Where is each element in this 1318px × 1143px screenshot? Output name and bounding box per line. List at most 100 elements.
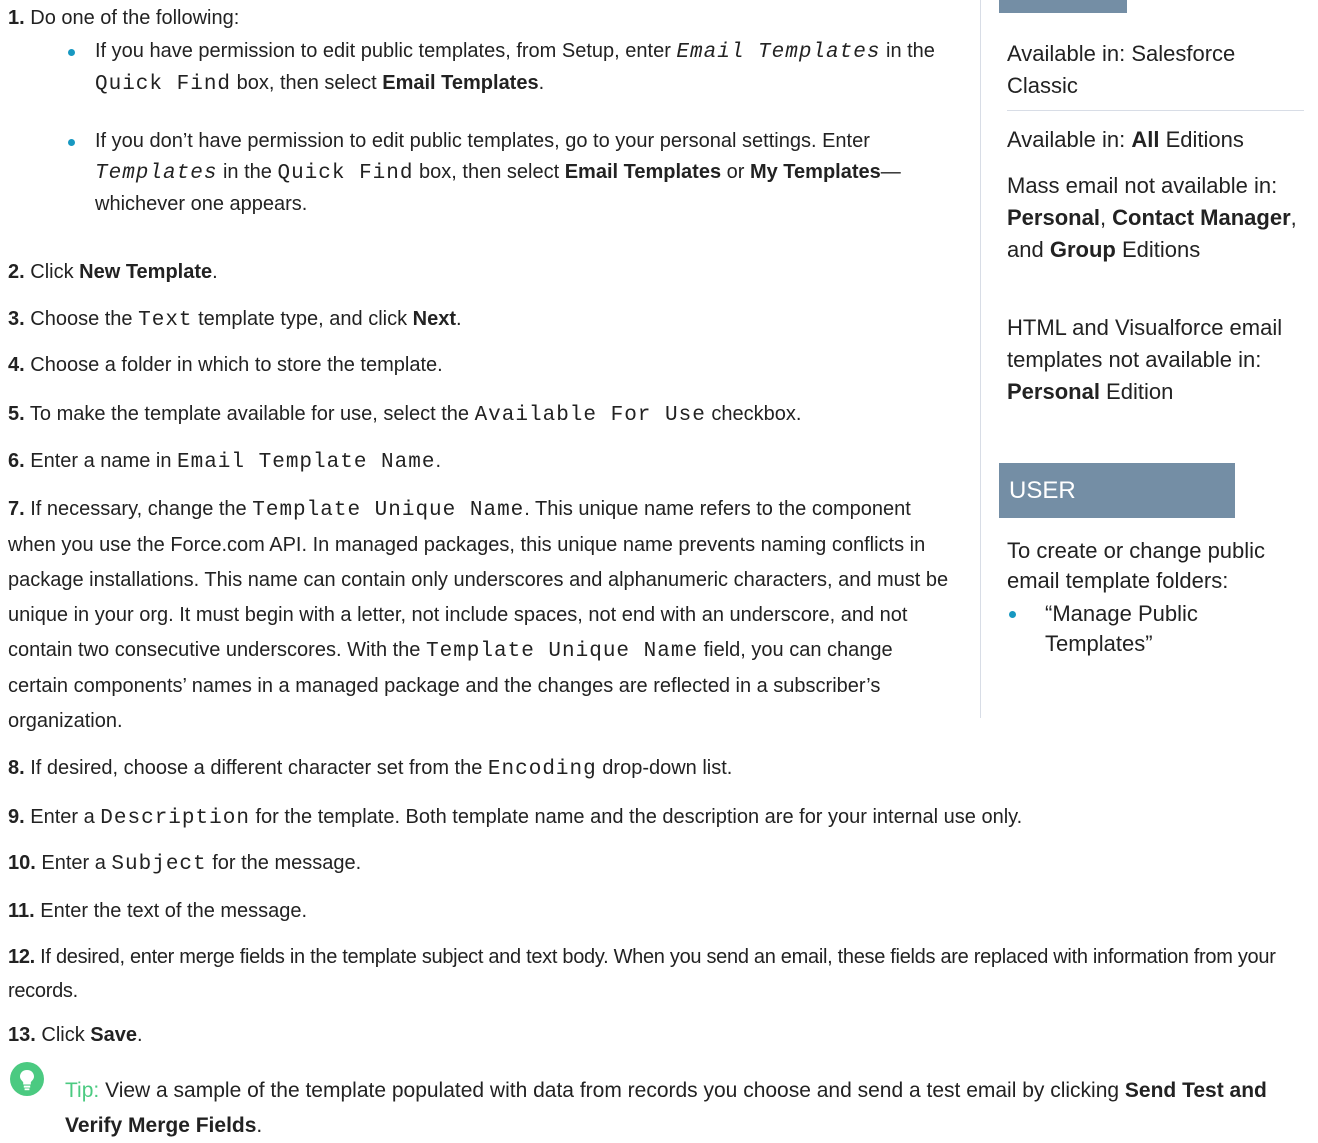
step-text: Do one of the following:	[30, 7, 240, 29]
editions-sidebar: Available in: Salesforce Classic Availab…	[980, 0, 1306, 718]
substep-text: in the	[217, 161, 278, 183]
step-number: 7.	[8, 498, 25, 520]
ui-save: Save	[90, 1024, 137, 1046]
step-13: 13. Click Save.	[8, 1020, 1308, 1051]
edition-personal: Personal	[1007, 379, 1100, 404]
step-text: drop-down list.	[596, 757, 733, 779]
step-number: 5.	[8, 403, 25, 425]
code-template-unique-name: Template Unique Name	[426, 640, 699, 663]
code-text: Text	[138, 309, 193, 332]
step-text: Click	[30, 261, 80, 283]
step-7: 7. If necessary, change the Template Uni…	[8, 492, 958, 739]
step-number: 3.	[8, 308, 25, 330]
step-text: Enter a	[41, 852, 112, 874]
available-in-classic: Available in: Salesforce Classic	[1007, 41, 1236, 98]
edition-group: Group	[1049, 237, 1116, 262]
step-number: 10.	[8, 852, 36, 874]
step-text: Enter the text of the message.	[40, 900, 308, 922]
substep-2: If you don’t have permission to edit pub…	[68, 126, 958, 220]
substep-text: box, then select	[413, 161, 565, 183]
code-description: Description	[100, 807, 250, 830]
code-email-template-name: Email Template Name	[177, 451, 436, 474]
step-number: 11.	[8, 900, 35, 922]
code-email-templates: Email Templates	[676, 41, 881, 64]
step-text: Enter a	[30, 806, 101, 828]
step-text: If desired, enter merge fields in the te…	[8, 946, 1276, 1002]
code-templates: Templates	[95, 162, 218, 185]
substep-text: If you have permission to edit public te…	[95, 40, 677, 62]
step-text: for the message.	[206, 852, 362, 874]
editions-header-tab	[999, 0, 1127, 13]
step-1: 1. Do one of the following:	[8, 3, 963, 34]
permission-description: To create or change public email templat…	[1007, 538, 1266, 593]
step-12: 12. If desired, enter merge fields in th…	[8, 940, 1310, 1008]
editions-text: Available in:	[1007, 127, 1132, 152]
html-text: Edition	[1099, 379, 1174, 404]
step-text: .	[136, 1024, 143, 1046]
substep-text: If you don’t have permission to edit pub…	[95, 130, 870, 152]
edition-contact-manager: Contact Manager	[1112, 205, 1291, 230]
code-encoding: Encoding	[487, 758, 597, 781]
step-9: 9. Enter a Description for the template.…	[8, 802, 1308, 834]
step-text: Choose the	[30, 308, 139, 330]
html-text: HTML and Visualforce email templates not…	[1007, 315, 1283, 372]
edition-personal: Personal	[1007, 205, 1100, 230]
step-number: 9.	[8, 806, 25, 828]
substep-text: or	[721, 161, 750, 183]
tip-label: Tip:	[65, 1079, 100, 1102]
mass-text: Mass email not available in:	[1007, 173, 1278, 198]
step-text: Enter a name in	[30, 450, 177, 472]
code-available-for-use: Available For Use	[474, 404, 706, 427]
step-5: 5. To make the template available for us…	[8, 399, 963, 431]
step-number: 8.	[8, 757, 25, 779]
step-text: .	[212, 261, 218, 283]
step-11: 11. Enter the text of the message.	[8, 896, 1308, 927]
substep-text: .	[538, 72, 545, 94]
editions-all: All	[1131, 127, 1160, 152]
bullet-icon	[1009, 611, 1016, 618]
ui-my-templates: My Templates	[749, 161, 881, 183]
lightbulb-icon	[10, 1062, 44, 1096]
step-6: 6. Enter a name in Email Template Name.	[8, 446, 963, 478]
step-8: 8. If desired, choose a different charac…	[8, 753, 1308, 785]
code-quick-find: Quick Find	[95, 73, 232, 96]
step-number: 6.	[8, 450, 25, 472]
permission-item: “Manage Public Templates”	[1045, 601, 1198, 656]
code-template-unique-name: Template Unique Name	[252, 499, 525, 522]
step-text: .	[435, 450, 442, 472]
step-text: If necessary, change the	[30, 498, 253, 520]
ui-email-templates: Email Templates	[564, 161, 722, 183]
tip-callout: Tip: View a sample of the template popul…	[65, 1073, 1305, 1143]
step-4: 4. Choose a folder in which to store the…	[8, 350, 963, 381]
step-text: for the template. Both template name and…	[249, 806, 1023, 828]
code-quick-find: Quick Find	[277, 162, 414, 185]
tip-text: View a sample of the template populated …	[99, 1079, 1125, 1102]
ui-email-templates: Email Templates	[382, 72, 539, 94]
step-text: template type, and click	[192, 308, 413, 330]
mass-text: Editions	[1115, 237, 1201, 262]
mass-email-note: Mass email not available in: Personal, C…	[1007, 170, 1307, 266]
substep-1: If you have permission to edit public te…	[68, 36, 958, 100]
step-text: .	[456, 308, 462, 330]
step-10: 10. Enter a Subject for the message.	[8, 848, 1308, 880]
step-number: 1.	[8, 7, 25, 29]
code-subject: Subject	[111, 853, 207, 876]
available-editions: Available in: All Editions	[1007, 124, 1297, 156]
step-text: checkbox.	[705, 403, 802, 425]
substep-text: box, then select	[231, 72, 383, 94]
mass-text: ,	[1099, 205, 1113, 230]
step-number: 2.	[8, 261, 25, 283]
step-text: If desired, choose a different character…	[30, 757, 488, 779]
divider	[1007, 110, 1304, 111]
step-number: 12.	[8, 946, 35, 968]
editions-text: Editions	[1159, 127, 1244, 152]
user-permissions-header: USER PERMISSIONS	[999, 463, 1235, 559]
step-3: 3. Choose the Text template type, and cl…	[8, 304, 963, 336]
bullet-icon	[68, 49, 75, 56]
step-text: To make the template available for use, …	[29, 403, 475, 425]
ui-next: Next	[412, 308, 456, 330]
bullet-icon	[68, 139, 75, 146]
step-text: Choose a folder in which to store the te…	[30, 354, 443, 376]
substep-text: in the	[880, 40, 935, 62]
ui-new-template: New Template	[79, 261, 213, 283]
